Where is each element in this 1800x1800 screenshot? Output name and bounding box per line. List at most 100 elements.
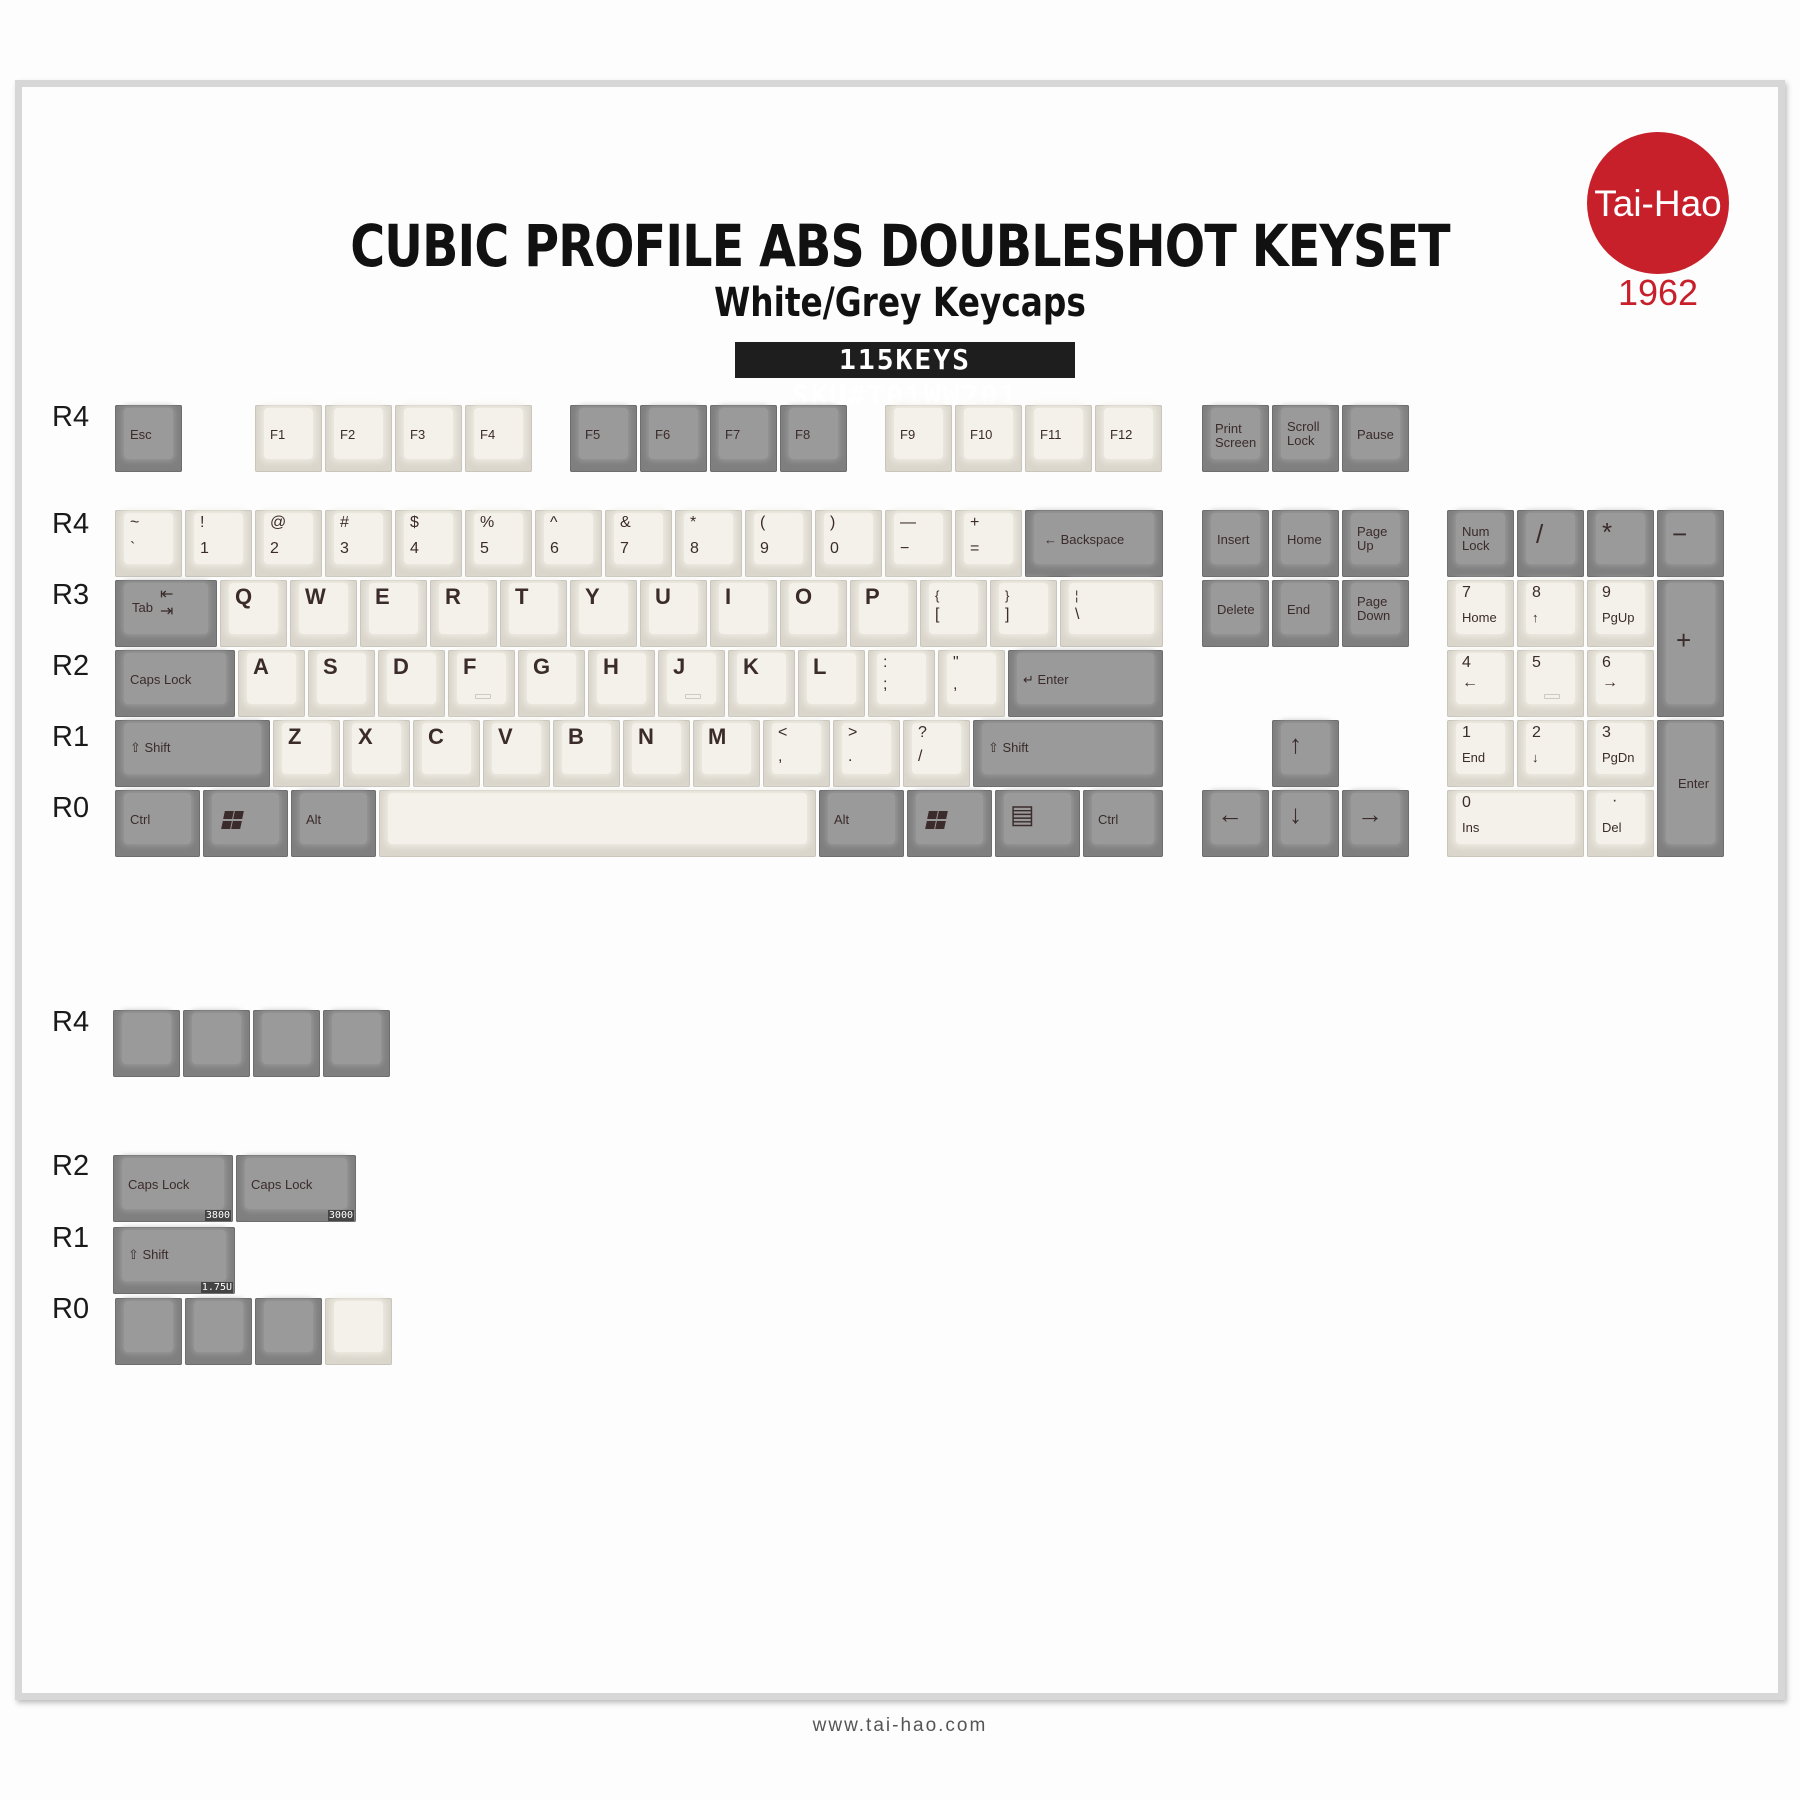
key-b: B (553, 720, 620, 787)
key-legend: { (935, 588, 940, 603)
key-legend: Page Down (1357, 594, 1391, 623)
key-legend: − (900, 540, 910, 557)
key-legend: T (515, 584, 529, 609)
keycap-top: E (369, 583, 418, 634)
key-legend: − (1672, 519, 1688, 549)
keycap-top: 0 Ins (1456, 793, 1575, 844)
key-enter: ↵ Enter (1008, 650, 1163, 717)
key-legend: 5 (1532, 654, 1541, 671)
keycap-size-label: 3000 (327, 1210, 354, 1221)
keycap-top: Q (229, 583, 278, 634)
key-legend: \ (1075, 606, 1080, 623)
key-legend: Del (1602, 820, 1622, 835)
key-scroll-lock: Scroll Lock (1272, 405, 1339, 472)
keycap-top: F7 (719, 408, 768, 459)
keycap-top: ↓ (1281, 793, 1330, 844)
key-legend: F2 (340, 427, 356, 442)
key-rshift: ⇧ Shift (973, 720, 1163, 787)
key-legend: P (865, 584, 880, 609)
keycap-top: F2 (334, 408, 383, 459)
key-legend: ⇧ Shift (130, 740, 171, 755)
keycap-top: · Del (1596, 793, 1645, 844)
keycap-top: 6 → (1596, 653, 1645, 704)
keycap-top: F10 (964, 408, 1013, 459)
windows-logo-icon (925, 811, 948, 831)
key-legend: Ins (1462, 820, 1480, 835)
keycap-top: Alt (828, 793, 895, 844)
keycap-top: O (789, 583, 838, 634)
key-legend: B (568, 724, 584, 749)
keycap-top: End (1281, 583, 1330, 634)
key-legend: $ (410, 514, 419, 531)
key-legend: End (1287, 602, 1311, 617)
keycap-top: Z (282, 723, 331, 774)
key-z: Z (273, 720, 340, 787)
keycap-top: B (562, 723, 611, 774)
key-delete: Delete (1202, 580, 1269, 647)
keycap-top: → (1351, 793, 1400, 844)
key-legend: * (690, 514, 697, 531)
key-w: W (290, 580, 357, 647)
key-u: U (640, 580, 707, 647)
keycap-top: W (299, 583, 348, 634)
keycap-top: 9 PgUp (1596, 583, 1645, 634)
keycap-top: Insert (1211, 513, 1260, 564)
key-legend: , (778, 748, 783, 765)
keycap-top: ⇧ Shift (982, 723, 1154, 774)
keycap-top: S (317, 653, 366, 704)
keycap-top: U (649, 583, 698, 634)
key-legend: ; (883, 676, 888, 693)
key-legend: ^ (550, 514, 558, 531)
key-legend: PgDn (1602, 750, 1635, 765)
key-legend: 2 (270, 540, 279, 557)
key-kp3: 3 PgDn (1587, 720, 1654, 787)
keycap-top (264, 1301, 313, 1352)
key-legend: Scroll Lock (1287, 419, 1320, 448)
key-kp-minus: − (1657, 510, 1724, 577)
windows-logo-icon (221, 811, 244, 831)
key-grave: ~ ` (115, 510, 182, 577)
key-legend: Page Up (1357, 524, 1388, 553)
key-l: L (798, 650, 865, 717)
key-kp6: 6 → (1587, 650, 1654, 717)
keycap-top: Tab ⇤ ⇥ (124, 583, 208, 634)
key-kp-plus: + (1657, 580, 1724, 717)
key-legend: % (480, 514, 495, 531)
keycap-top: + = (964, 513, 1013, 564)
extra-key-blank-r0-0 (115, 1298, 182, 1365)
key-h: H (588, 650, 655, 717)
keycap-top: C (422, 723, 471, 774)
key-legend: F10 (970, 427, 993, 442)
key-legend: Ctrl (130, 812, 151, 827)
key-kp7: 7 Home (1447, 580, 1514, 647)
keycap-top: ) 0 (824, 513, 873, 564)
extra-key-caps-lock-alt-2: Caps Lock 3000 (236, 1155, 356, 1222)
keycap-top: :; (877, 653, 926, 704)
key-num3: #3 (325, 510, 392, 577)
key-legend: W (305, 584, 326, 609)
key-legend: F8 (795, 427, 811, 442)
row-label: R2 (52, 1150, 90, 1182)
keycap-top: $4 (404, 513, 453, 564)
keycap-top: F6 (649, 408, 698, 459)
keycap-top: % 5 (474, 513, 523, 564)
extra-key-blank-r0-3 (325, 1298, 392, 1365)
keycap-top: Alt (300, 793, 367, 844)
key-kp5: 5 (1517, 650, 1584, 717)
keycap-top: F5 (579, 408, 628, 459)
keycap-top: ← Backspace (1034, 513, 1154, 564)
key-num4: $4 (395, 510, 462, 577)
key-v: V (483, 720, 550, 787)
key-f5: F5 (570, 405, 637, 472)
key-legend: 4 (410, 540, 419, 557)
key-legend: ↓ (1532, 750, 1539, 765)
key-legend: ⇤ ⇥ (160, 586, 174, 620)
keycap-top (916, 793, 983, 844)
key-legend: ↑ (1532, 610, 1539, 625)
key-legend: X (358, 724, 373, 749)
keycap-top: P (859, 583, 908, 634)
key-legend: Z (288, 724, 302, 749)
key-legend: 1 (200, 540, 209, 557)
key-comma: <, (763, 720, 830, 787)
row-label: R1 (52, 1222, 90, 1254)
